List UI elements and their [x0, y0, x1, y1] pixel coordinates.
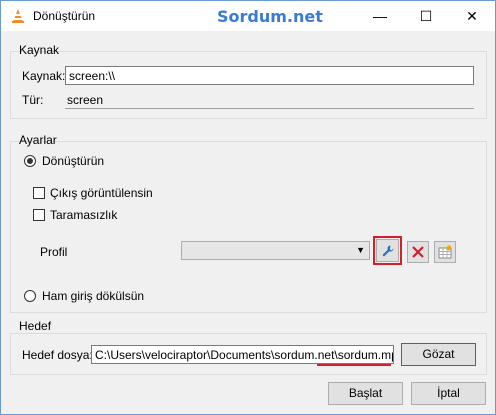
window-title: Dönüştürün: [33, 9, 96, 23]
source-group-title: Kaynak: [19, 43, 60, 57]
destination-file-label: Hedef dosya:: [22, 348, 93, 362]
grid-add-icon: [438, 245, 452, 259]
edit-profile-button[interactable]: [376, 239, 399, 262]
cancel-button[interactable]: İptal: [411, 382, 486, 405]
deinterlace-label[interactable]: Taramasızlık: [50, 208, 117, 222]
convert-radio-label[interactable]: Dönüştürün: [42, 154, 104, 168]
convert-dialog: Dönüştürün Sordum.net — ☐ ✕ Kaynak Kayna…: [0, 0, 496, 415]
title-bar[interactable]: Dönüştürün Sordum.net — ☐ ✕: [1, 1, 495, 31]
source-input[interactable]: screen:\\: [65, 66, 474, 85]
maximize-button[interactable]: ☐: [403, 1, 449, 31]
minimize-button[interactable]: —: [357, 1, 403, 31]
display-output-checkbox[interactable]: [33, 187, 45, 199]
red-x-icon: [412, 246, 424, 258]
chevron-down-icon: ▼: [356, 245, 365, 255]
raw-dump-radio[interactable]: [24, 290, 36, 302]
source-divider: [65, 108, 474, 109]
raw-dump-label[interactable]: Ham giriş dökülsün: [42, 289, 144, 303]
vlc-cone-icon: [12, 9, 24, 23]
destination-group-title: Hedef: [19, 319, 52, 333]
type-label: Tür:: [22, 93, 44, 107]
new-profile-button[interactable]: [434, 241, 456, 263]
delete-profile-button[interactable]: [407, 241, 429, 263]
deinterlace-checkbox[interactable]: [33, 209, 45, 221]
destination-file-input[interactable]: C:\Users\velociraptor\Documents\sordum.n…: [91, 345, 394, 364]
close-button[interactable]: ✕: [449, 1, 495, 31]
wrench-icon: [382, 245, 393, 257]
profile-select[interactable]: ▼: [181, 241, 370, 260]
type-value: screen: [67, 93, 104, 107]
browse-button[interactable]: Gözat: [401, 343, 476, 366]
filename-underline: [317, 364, 391, 366]
settings-group-title: Ayarlar: [19, 133, 57, 147]
convert-radio[interactable]: [24, 155, 36, 167]
profile-label: Profil: [40, 245, 68, 259]
start-button[interactable]: Başlat: [328, 382, 403, 405]
source-label: Kaynak:: [22, 69, 66, 83]
display-output-label[interactable]: Çıkış görüntülensin: [50, 186, 153, 200]
watermark-text: Sordum.net: [217, 7, 323, 26]
